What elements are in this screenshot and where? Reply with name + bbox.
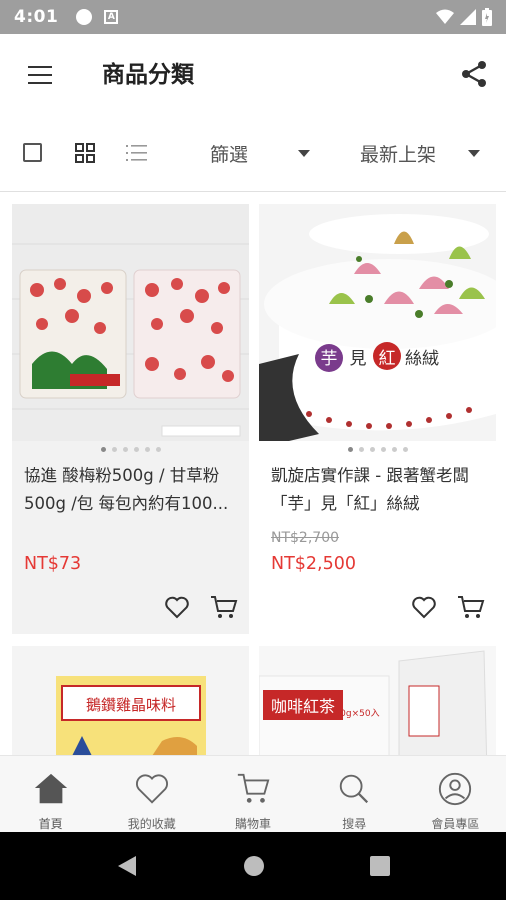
notification-dot-icon [76, 9, 93, 25]
svg-text:見: 見 [350, 349, 367, 369]
filter-bar: 篩選 最新上架 [0, 116, 506, 192]
caret-down-icon [298, 150, 310, 157]
grid-view-icon[interactable] [75, 143, 95, 163]
product-image[interactable]: 芋 見 紅 絲絨 [259, 204, 496, 441]
app-bar: 商品分類 [0, 34, 506, 116]
a-notification-icon: A [104, 10, 119, 24]
product-card[interactable]: 協進 酸梅粉500g / 甘草粉500g /包 每包內約有100... NT$7… [12, 204, 249, 634]
product-price: NT$2,500 [271, 554, 357, 574]
nav-member[interactable]: 會員專區 [405, 756, 506, 832]
nav-cart[interactable]: 購物車 [202, 756, 303, 832]
share-icon[interactable] [458, 58, 490, 90]
caret-down-icon [468, 150, 480, 157]
cart-icon [237, 773, 270, 803]
menu-button[interactable] [22, 60, 58, 90]
image-pager-dots [12, 447, 249, 452]
nav-favorites[interactable]: 我的收藏 [101, 756, 202, 832]
recents-icon[interactable] [369, 855, 391, 877]
single-view-icon[interactable] [23, 143, 42, 162]
page-title: 商品分類 [102, 62, 194, 88]
filter-dropdown[interactable]: 篩選 [210, 136, 314, 170]
home-button-icon[interactable] [242, 854, 266, 878]
product-title[interactable]: 協進 酸梅粉500g / 甘草粉500g /包 每包內約有100... [24, 462, 239, 520]
product-image[interactable]: 鵝鑽雞晶味料 [12, 646, 249, 755]
user-icon [439, 772, 472, 806]
signal-icon [460, 9, 476, 25]
menu-icon-bar [28, 74, 52, 76]
menu-icon-bar [28, 82, 52, 84]
taro-red-velvet-cake-image: 芋 見 紅 絲絨 [259, 204, 496, 441]
heart-icon [135, 774, 168, 804]
sort-label: 最新上架 [360, 143, 437, 166]
search-icon [339, 774, 369, 804]
product-image[interactable]: 咖啡紅茶 60g×50入 [259, 646, 496, 755]
nav-label: 購物車 [235, 817, 272, 831]
seasoning-bag-image: 鵝鑽雞晶味料 [12, 646, 249, 755]
heart-icon[interactable] [411, 594, 437, 620]
heart-icon[interactable] [164, 594, 190, 620]
system-nav-bar [0, 832, 506, 900]
back-icon[interactable] [116, 854, 138, 878]
battery-icon [482, 8, 492, 26]
home-icon [34, 773, 67, 804]
svg-text:紅: 紅 [379, 349, 396, 369]
nav-home[interactable]: 首頁 [0, 756, 101, 832]
product-image[interactable] [12, 204, 249, 441]
wifi-icon [436, 9, 454, 24]
image-pager-dots [259, 447, 496, 452]
product-title[interactable]: 凱旋店實作課 - 跟著蟹老闆「芋」見「紅」絲絨 [271, 462, 486, 520]
product-card[interactable]: 鵝鑽雞晶味料 [12, 646, 249, 755]
svg-text:60g×50入: 60g×50入 [334, 708, 379, 719]
status-time: 4:01 [14, 7, 59, 27]
svg-text:芋: 芋 [321, 349, 338, 369]
product-card[interactable]: 芋 見 紅 絲絨 凱旋店實作課 - 跟著蟹老闆「芋」見「紅」絲絨 NT$2,70… [259, 204, 496, 634]
nav-label: 首頁 [38, 817, 63, 831]
svg-text:絲絨: 絲絨 [405, 349, 439, 369]
product-price: NT$73 [24, 554, 82, 574]
cart-icon[interactable] [210, 594, 238, 620]
coffee-tea-bags-image: 咖啡紅茶 60g×50入 [259, 646, 496, 755]
cart-icon[interactable] [457, 594, 485, 620]
svg-text:咖啡紅茶: 咖啡紅茶 [271, 697, 335, 716]
list-view-icon[interactable] [126, 143, 148, 163]
plum-powder-bags-image [12, 204, 249, 441]
product-card[interactable]: 咖啡紅茶 60g×50入 [259, 646, 496, 755]
svg-text:鵝鑽雞晶味料: 鵝鑽雞晶味料 [86, 696, 176, 714]
product-grid: 協進 酸梅粉500g / 甘草粉500g /包 每包內約有100... NT$7… [0, 192, 506, 755]
nav-label: 我的收藏 [127, 817, 176, 831]
bottom-nav: 首頁 我的收藏 購物車 搜尋 會員專區 [0, 755, 506, 832]
product-original-price: NT$2,700 [271, 530, 340, 546]
nav-label: 搜尋 [342, 817, 367, 831]
nav-label: 會員專區 [431, 817, 480, 831]
status-bar: 4:01 A [0, 0, 506, 34]
filter-label: 篩選 [210, 143, 249, 166]
menu-icon-bar [28, 66, 52, 68]
sort-dropdown[interactable]: 最新上架 [360, 136, 484, 170]
nav-search[interactable]: 搜尋 [304, 756, 405, 832]
